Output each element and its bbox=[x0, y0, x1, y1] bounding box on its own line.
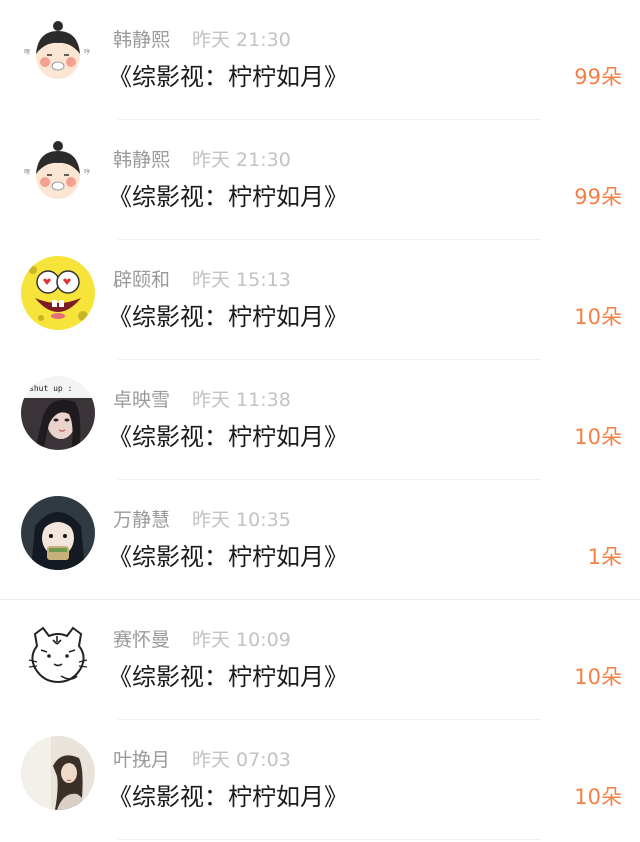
sender-name[interactable]: 万静慧 bbox=[113, 507, 170, 533]
sender-name[interactable]: 赛怀曼 bbox=[113, 627, 170, 653]
tiger-sketch-avatar-icon[interactable] bbox=[21, 616, 95, 690]
list-item[interactable]: 辟颐和 昨天 15:13 《综影视：柠柠如月》 10朵 bbox=[0, 240, 640, 360]
book-title[interactable]: 《综影视：柠柠如月》 bbox=[108, 420, 348, 454]
book-title[interactable]: 《综影视：柠柠如月》 bbox=[108, 540, 348, 574]
timestamp: 昨天 15:13 bbox=[192, 269, 291, 291]
divider bbox=[118, 839, 540, 840]
list-item[interactable]: 万静慧 昨天 10:35 《综影视：柠柠如月》 1朵 bbox=[0, 480, 640, 600]
timestamp: 昨天 21:30 bbox=[192, 149, 291, 171]
flower-count: 10朵 bbox=[574, 785, 622, 809]
photo-girl-avatar-icon[interactable]: shut up : bbox=[21, 376, 95, 450]
list-item[interactable]: shut up : 卓映雪 昨天 11:38 《综影视：柠柠如月》 10朵 bbox=[0, 360, 640, 480]
list-item[interactable]: 叶挽月 昨天 07:03 《综影视：柠柠如月》 10朵 bbox=[0, 720, 640, 840]
timestamp: 昨天 07:03 bbox=[192, 749, 291, 771]
anime-eating-avatar-icon[interactable] bbox=[21, 496, 95, 570]
timestamp: 昨天 11:38 bbox=[192, 389, 291, 411]
sender-name[interactable]: 韩静熙 bbox=[113, 27, 170, 53]
timestamp: 昨天 21:30 bbox=[192, 29, 291, 51]
svg-text:嘿: 嘿 bbox=[24, 169, 30, 176]
flower-count: 99朵 bbox=[574, 185, 622, 209]
timestamp: 昨天 10:09 bbox=[192, 629, 291, 651]
book-title[interactable]: 《综影视：柠柠如月》 bbox=[108, 780, 348, 814]
sender-name[interactable]: 韩静熙 bbox=[113, 147, 170, 173]
flower-count: 10朵 bbox=[574, 305, 622, 329]
flower-count: 1朵 bbox=[587, 545, 622, 569]
avatar-caption: shut up : bbox=[29, 384, 72, 393]
book-title[interactable]: 《综影视：柠柠如月》 bbox=[108, 660, 348, 694]
svg-text:嘿: 嘿 bbox=[24, 49, 30, 56]
photo-woman-avatar-icon[interactable] bbox=[21, 736, 95, 810]
gift-record-list: 嘿 哼 韩静熙 昨天 21:30 《综影视：柠柠如月》 99朵 嘿 哼 韩静熙 … bbox=[0, 0, 640, 842]
list-item[interactable]: 赛怀曼 昨天 10:09 《综影视：柠柠如月》 10朵 bbox=[0, 600, 640, 720]
list-item[interactable]: 嘿 哼 韩静熙 昨天 21:30 《综影视：柠柠如月》 99朵 bbox=[0, 120, 640, 240]
sender-name[interactable]: 叶挽月 bbox=[113, 747, 170, 773]
svg-text:哼: 哼 bbox=[84, 168, 90, 176]
spongebob-avatar-icon[interactable] bbox=[21, 256, 95, 330]
sender-name[interactable]: 卓映雪 bbox=[113, 387, 170, 413]
girl-cartoon-avatar-icon[interactable]: 嘿 哼 bbox=[21, 136, 95, 210]
book-title[interactable]: 《综影视：柠柠如月》 bbox=[108, 300, 348, 334]
book-title[interactable]: 《综影视：柠柠如月》 bbox=[108, 180, 348, 214]
svg-text:哼: 哼 bbox=[84, 48, 90, 56]
list-item[interactable]: 嘿 哼 韩静熙 昨天 21:30 《综影视：柠柠如月》 99朵 bbox=[0, 0, 640, 120]
flower-count: 10朵 bbox=[574, 665, 622, 689]
timestamp: 昨天 10:35 bbox=[192, 509, 291, 531]
book-title[interactable]: 《综影视：柠柠如月》 bbox=[108, 60, 348, 94]
sender-name[interactable]: 辟颐和 bbox=[113, 267, 170, 293]
flower-count: 99朵 bbox=[574, 65, 622, 89]
flower-count: 10朵 bbox=[574, 425, 622, 449]
girl-cartoon-avatar-icon[interactable]: 嘿 哼 bbox=[21, 16, 95, 90]
